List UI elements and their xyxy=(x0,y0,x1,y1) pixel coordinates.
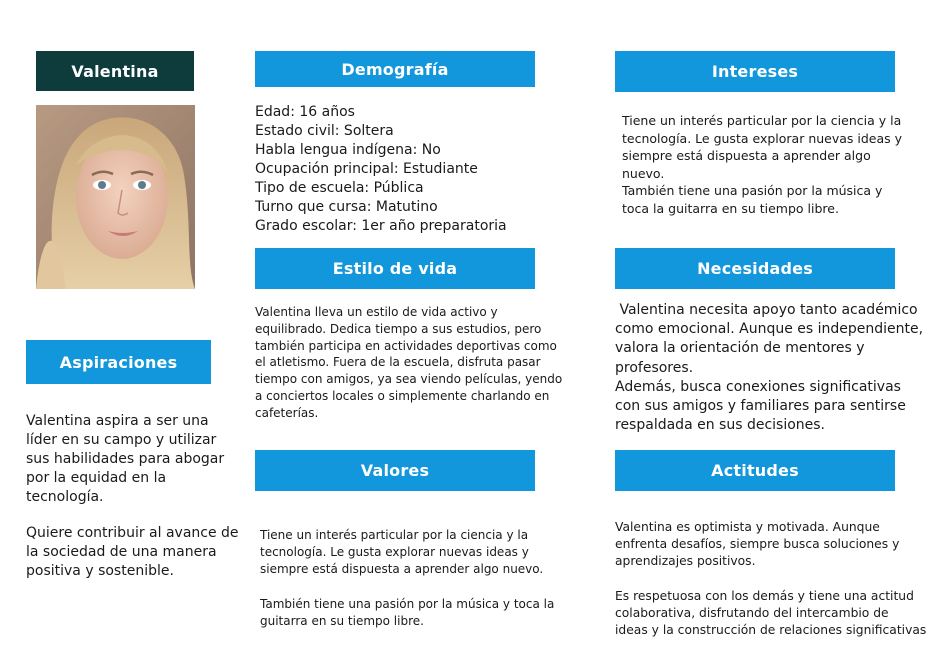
necesidades-title: Necesidades xyxy=(697,259,813,278)
text-line: Grado escolar: 1er año preparatoria xyxy=(255,218,507,234)
text-line: valora la orientación de mentores y xyxy=(615,340,865,357)
text-line: como emocional. Aunque es independiente, xyxy=(615,321,924,338)
valores-header: Valores xyxy=(255,450,535,491)
text-line: el atletismo. Fuera de la escuela, disfr… xyxy=(255,355,541,370)
text-line: Valentina es optimista y motivada. Aunqu… xyxy=(615,520,880,534)
demografia-text: Edad: 16 años Estado civil: Soltera Habl… xyxy=(255,103,507,236)
persona-photo xyxy=(36,105,195,289)
text-line: Tipo de escuela: Pública xyxy=(255,180,424,196)
text-line: sus habilidades para abogar xyxy=(26,451,225,467)
estilo-de-vida-text: Valentina lleva un estilo de vida activo… xyxy=(255,304,562,422)
text-line: cafeterías. xyxy=(255,405,319,420)
text-line: También tiene una pasión por la música y xyxy=(622,183,883,199)
text-line xyxy=(260,579,554,596)
text-line: a conciertos locales o simplemente charl… xyxy=(255,388,550,403)
actitudes-text: Valentina es optimista y motivada. Aunqu… xyxy=(615,519,926,639)
estilo-de-vida-header: Estilo de vida xyxy=(255,248,535,289)
text-line: ideas y la construcción de relaciones si… xyxy=(615,623,927,638)
text-line: Además, busca conexiones significativas xyxy=(615,378,901,395)
text-line: Edad: 16 años xyxy=(255,104,355,120)
text-line: tecnología. Le gusta explorar nuevas ide… xyxy=(260,545,529,560)
actitudes-title: Actitudes xyxy=(711,461,799,480)
text-line: Valentina lleva un estilo de vida activo… xyxy=(255,305,498,319)
text-line: toca la guitarra en su tiempo libre. xyxy=(622,200,839,216)
text-line: Estado civil: Soltera xyxy=(255,123,394,139)
text-line: tecnología. Le gusta explorar nuevas ide… xyxy=(622,130,903,146)
aspiraciones-header: Aspiraciones xyxy=(26,340,211,384)
demografia-title: Demografía xyxy=(341,59,449,79)
actitudes-header: Actitudes xyxy=(615,450,895,491)
text-line: También tiene una pasión por la música y… xyxy=(260,596,555,611)
text-line: por la equidad en la xyxy=(26,470,167,486)
text-line: tiempo con amigos, ya sea viendo películ… xyxy=(255,372,563,387)
text-line: Habla lengua indígena: No xyxy=(255,142,441,158)
demografia-header: Demografía xyxy=(255,51,535,87)
text-line: también participa en actividades deporti… xyxy=(255,338,557,353)
persona-name: Valentina xyxy=(71,61,159,81)
persona-name-header: Valentina xyxy=(36,51,194,91)
text-line: profesores. xyxy=(615,359,694,376)
valores-text: Tiene un interés particular por la cienc… xyxy=(260,527,554,630)
text-line: Es respetuosa con los demás y tiene una … xyxy=(615,588,914,603)
text-line: Tiene un interés particular por la cienc… xyxy=(260,528,529,542)
intereses-text: Tiene un interés particular por la cienc… xyxy=(622,112,902,218)
text-line: guitarra en su tiempo libre. xyxy=(260,613,424,628)
text-line: Quiere contribuir al avance de xyxy=(26,525,239,541)
text-line: equilibrado. Dedica tiempo a sus estudio… xyxy=(255,321,542,336)
text-line: Ocupación principal: Estudiante xyxy=(255,161,478,177)
text-line: líder en su campo y utilizar xyxy=(26,432,217,448)
text-line: colaborativa, disfrutando del intercambi… xyxy=(615,605,889,620)
text-line: Valentina aspira a ser una xyxy=(26,413,209,429)
text-line: con sus amigos y familiares para sentirs… xyxy=(615,398,906,415)
text-line: siempre está dispuesta a aprender algo n… xyxy=(260,562,544,577)
necesidades-text: Valentina necesita apoyo tanto académico… xyxy=(615,301,923,435)
text-line: respaldada en sus decisiones. xyxy=(615,417,826,434)
estilo-de-vida-title: Estilo de vida xyxy=(332,259,458,278)
text-line: Tiene un interés particular por la cienc… xyxy=(622,113,902,128)
text-line xyxy=(615,571,926,588)
text-line: Valentina necesita apoyo tanto académico xyxy=(615,302,918,318)
text-line: positiva y sostenible. xyxy=(26,563,174,579)
text-line: nuevo. xyxy=(622,165,665,181)
aspiraciones-text: Valentina aspira a ser una líder en su c… xyxy=(26,412,239,581)
intereses-header: Intereses xyxy=(615,51,895,92)
text-line: aprendizajes positivos. xyxy=(615,554,756,569)
text-line: enfrenta desafíos, siempre busca solucio… xyxy=(615,537,900,552)
valores-title: Valores xyxy=(360,461,430,480)
text-line: tecnología. xyxy=(26,489,104,505)
text-line: la sociedad de una manera xyxy=(26,544,217,560)
text-line: Turno que cursa: Matutino xyxy=(255,199,438,215)
necesidades-header: Necesidades xyxy=(615,248,895,289)
intereses-title: Intereses xyxy=(711,62,799,81)
text-line: siempre está dispuesta a aprender algo xyxy=(622,148,871,164)
aspiraciones-title: Aspiraciones xyxy=(59,352,178,372)
text-line xyxy=(26,507,239,524)
